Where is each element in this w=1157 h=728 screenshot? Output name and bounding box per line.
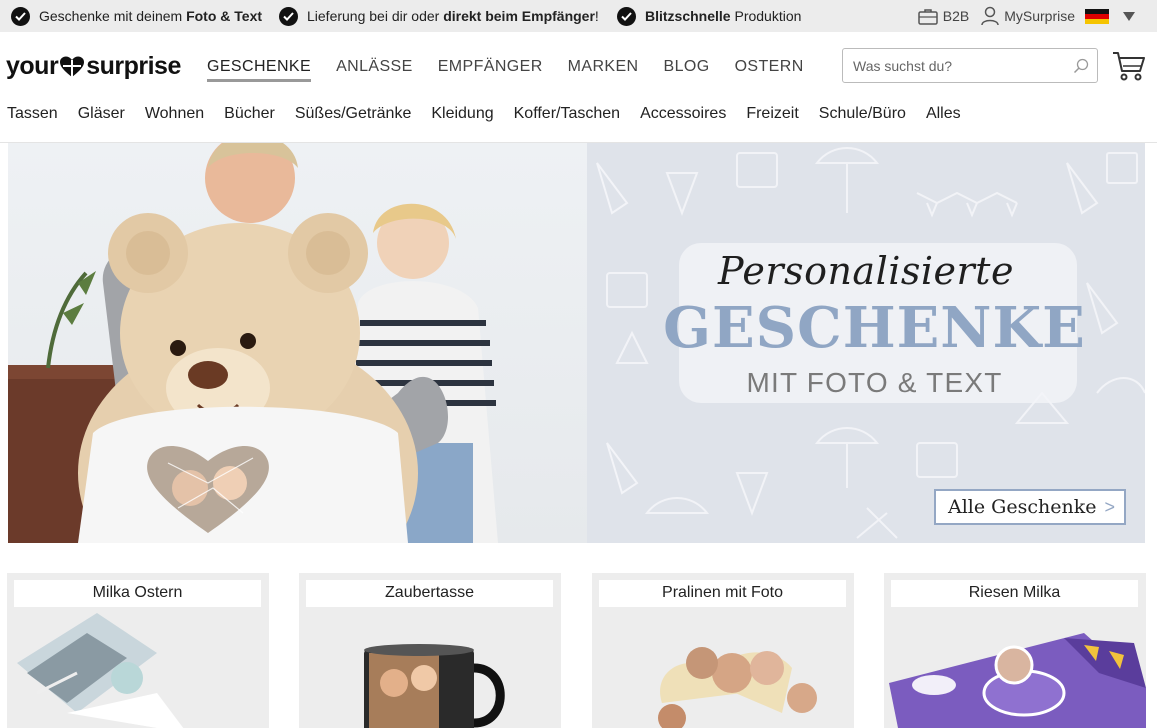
hero-banner[interactable]: Personalisierte GESCHENKE MIT FOTO & TEX… — [8, 143, 1145, 543]
nav-link-marken[interactable]: MARKEN — [568, 58, 639, 82]
product-tile-zaubertasse[interactable]: Zaubertasse — [299, 573, 561, 728]
category-link-freizeit[interactable]: Freizeit — [746, 105, 798, 123]
user-icon — [981, 6, 999, 26]
category-link-kleidung[interactable]: Kleidung — [431, 105, 493, 123]
tile-label: Riesen Milka — [891, 580, 1138, 607]
usp-bar: Geschenke mit deinem Foto & Text Lieferu… — [0, 0, 1157, 32]
product-tile-milka-ostern[interactable]: Milka Ostern — [7, 573, 269, 728]
nav-link-blog[interactable]: BLOG — [664, 58, 710, 82]
category-nav: Tassen Gläser Wohnen Bücher Süßes/Geträn… — [7, 105, 981, 123]
germany-flag-icon[interactable] — [1085, 8, 1109, 24]
category-link-accessoires[interactable]: Accessoires — [640, 105, 726, 123]
category-link-buecher[interactable]: Bücher — [224, 105, 275, 123]
account-link[interactable]: MySurprise — [981, 6, 1075, 26]
category-link-suesses-getraenke[interactable]: Süßes/Getränke — [295, 105, 412, 123]
tile-label: Milka Ostern — [14, 580, 261, 607]
search-box — [842, 48, 1098, 83]
check-icon — [279, 6, 298, 26]
category-link-schule-buero[interactable]: Schule/Büro — [819, 105, 906, 123]
nav-link-empfaenger[interactable]: EMPFÄNGER — [438, 58, 543, 82]
logo-text-surprise: surprise — [86, 52, 181, 80]
tile-label: Zaubertasse — [306, 580, 553, 607]
category-link-wohnen[interactable]: Wohnen — [145, 105, 204, 123]
usp-item-foto-text: Geschenke mit deinem Foto & Text — [11, 5, 262, 27]
category-link-alles[interactable]: Alles — [926, 105, 961, 123]
chevron-right-icon: > — [1104, 497, 1115, 517]
nav-link-geschenke[interactable]: GESCHENKE — [207, 58, 312, 82]
site-logo[interactable]: your surprise — [6, 52, 181, 81]
shopping-cart-icon — [1113, 52, 1145, 81]
category-link-koffer-taschen[interactable]: Koffer/Taschen — [514, 105, 620, 123]
search-input[interactable] — [853, 57, 1073, 74]
site-header: your surprise GESCHENKE ANLÄSSE EMPFÄNGE… — [0, 32, 1157, 143]
category-link-glaeser[interactable]: Gläser — [78, 105, 125, 123]
hero-text-panel: Personalisierte GESCHENKE MIT FOTO & TEX… — [587, 143, 1145, 543]
hero-subtitle: MIT FOTO & TEXT — [746, 367, 1003, 398]
all-gifts-button[interactable]: Alle Geschenke > — [934, 489, 1126, 525]
check-icon — [11, 6, 30, 26]
account-label: MySurprise — [1004, 8, 1075, 24]
nav-link-anlaesse[interactable]: ANLÄSSE — [336, 58, 413, 82]
hero-title: GESCHENKE — [663, 295, 1086, 361]
search-icon[interactable] — [1073, 58, 1089, 74]
product-tile-riesen-milka[interactable]: Riesen Milka — [884, 573, 1146, 728]
briefcase-icon — [917, 8, 938, 25]
hero-script-text: Personalisierte — [718, 249, 1014, 293]
product-tile-pralinen[interactable]: Pralinen mit Foto — [592, 573, 854, 728]
usp-item-produktion: Blitzschnelle Produktion — [617, 5, 801, 27]
hero-photo — [8, 143, 587, 543]
logo-heart-icon — [59, 56, 85, 78]
usp-item-lieferung: Lieferung bei dir oder direkt beim Empfä… — [279, 5, 599, 27]
b2b-label: B2B — [942, 8, 970, 24]
check-icon — [617, 6, 636, 26]
usp-right-group: B2B MySurprise — [906, 4, 1135, 28]
chevron-down-icon[interactable] — [1123, 11, 1135, 21]
b2b-link[interactable]: B2B — [917, 8, 970, 25]
nav-link-ostern[interactable]: OSTERN — [735, 58, 804, 82]
all-gifts-button-label: Alle Geschenke — [948, 496, 1097, 518]
category-link-tassen[interactable]: Tassen — [7, 105, 58, 123]
cart-button[interactable] — [1112, 50, 1146, 87]
main-nav: GESCHENKE ANLÄSSE EMPFÄNGER MARKEN BLOG … — [207, 58, 829, 82]
logo-text-your: your — [6, 52, 59, 80]
tile-label: Pralinen mit Foto — [599, 580, 846, 607]
